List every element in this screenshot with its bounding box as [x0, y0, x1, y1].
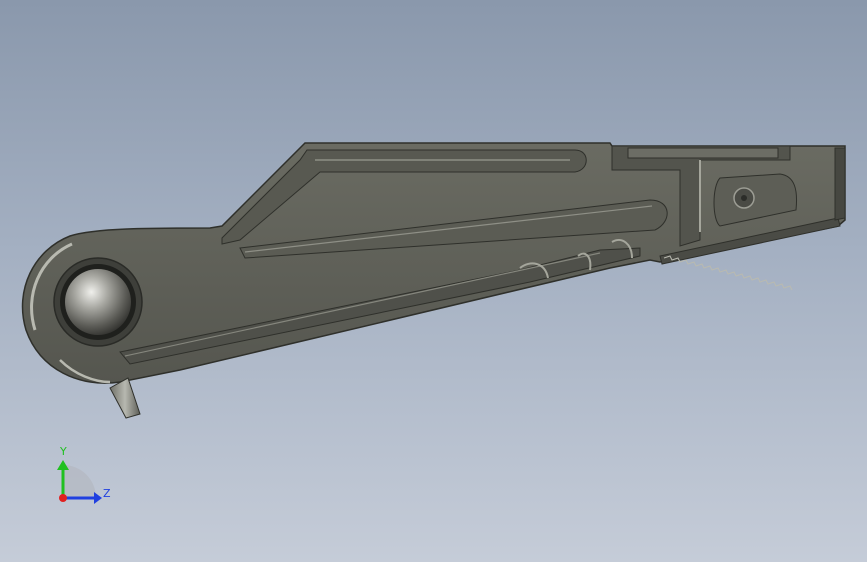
top-slot — [627, 147, 779, 159]
lever-tab-icon[interactable] — [109, 377, 141, 419]
end-face — [834, 147, 846, 221]
boss-hole-center — [741, 195, 747, 201]
graphics-viewport[interactable]: Y Z — [0, 0, 867, 562]
cad-model[interactable] — [0, 0, 867, 562]
ball-joint-icon[interactable] — [65, 269, 131, 335]
